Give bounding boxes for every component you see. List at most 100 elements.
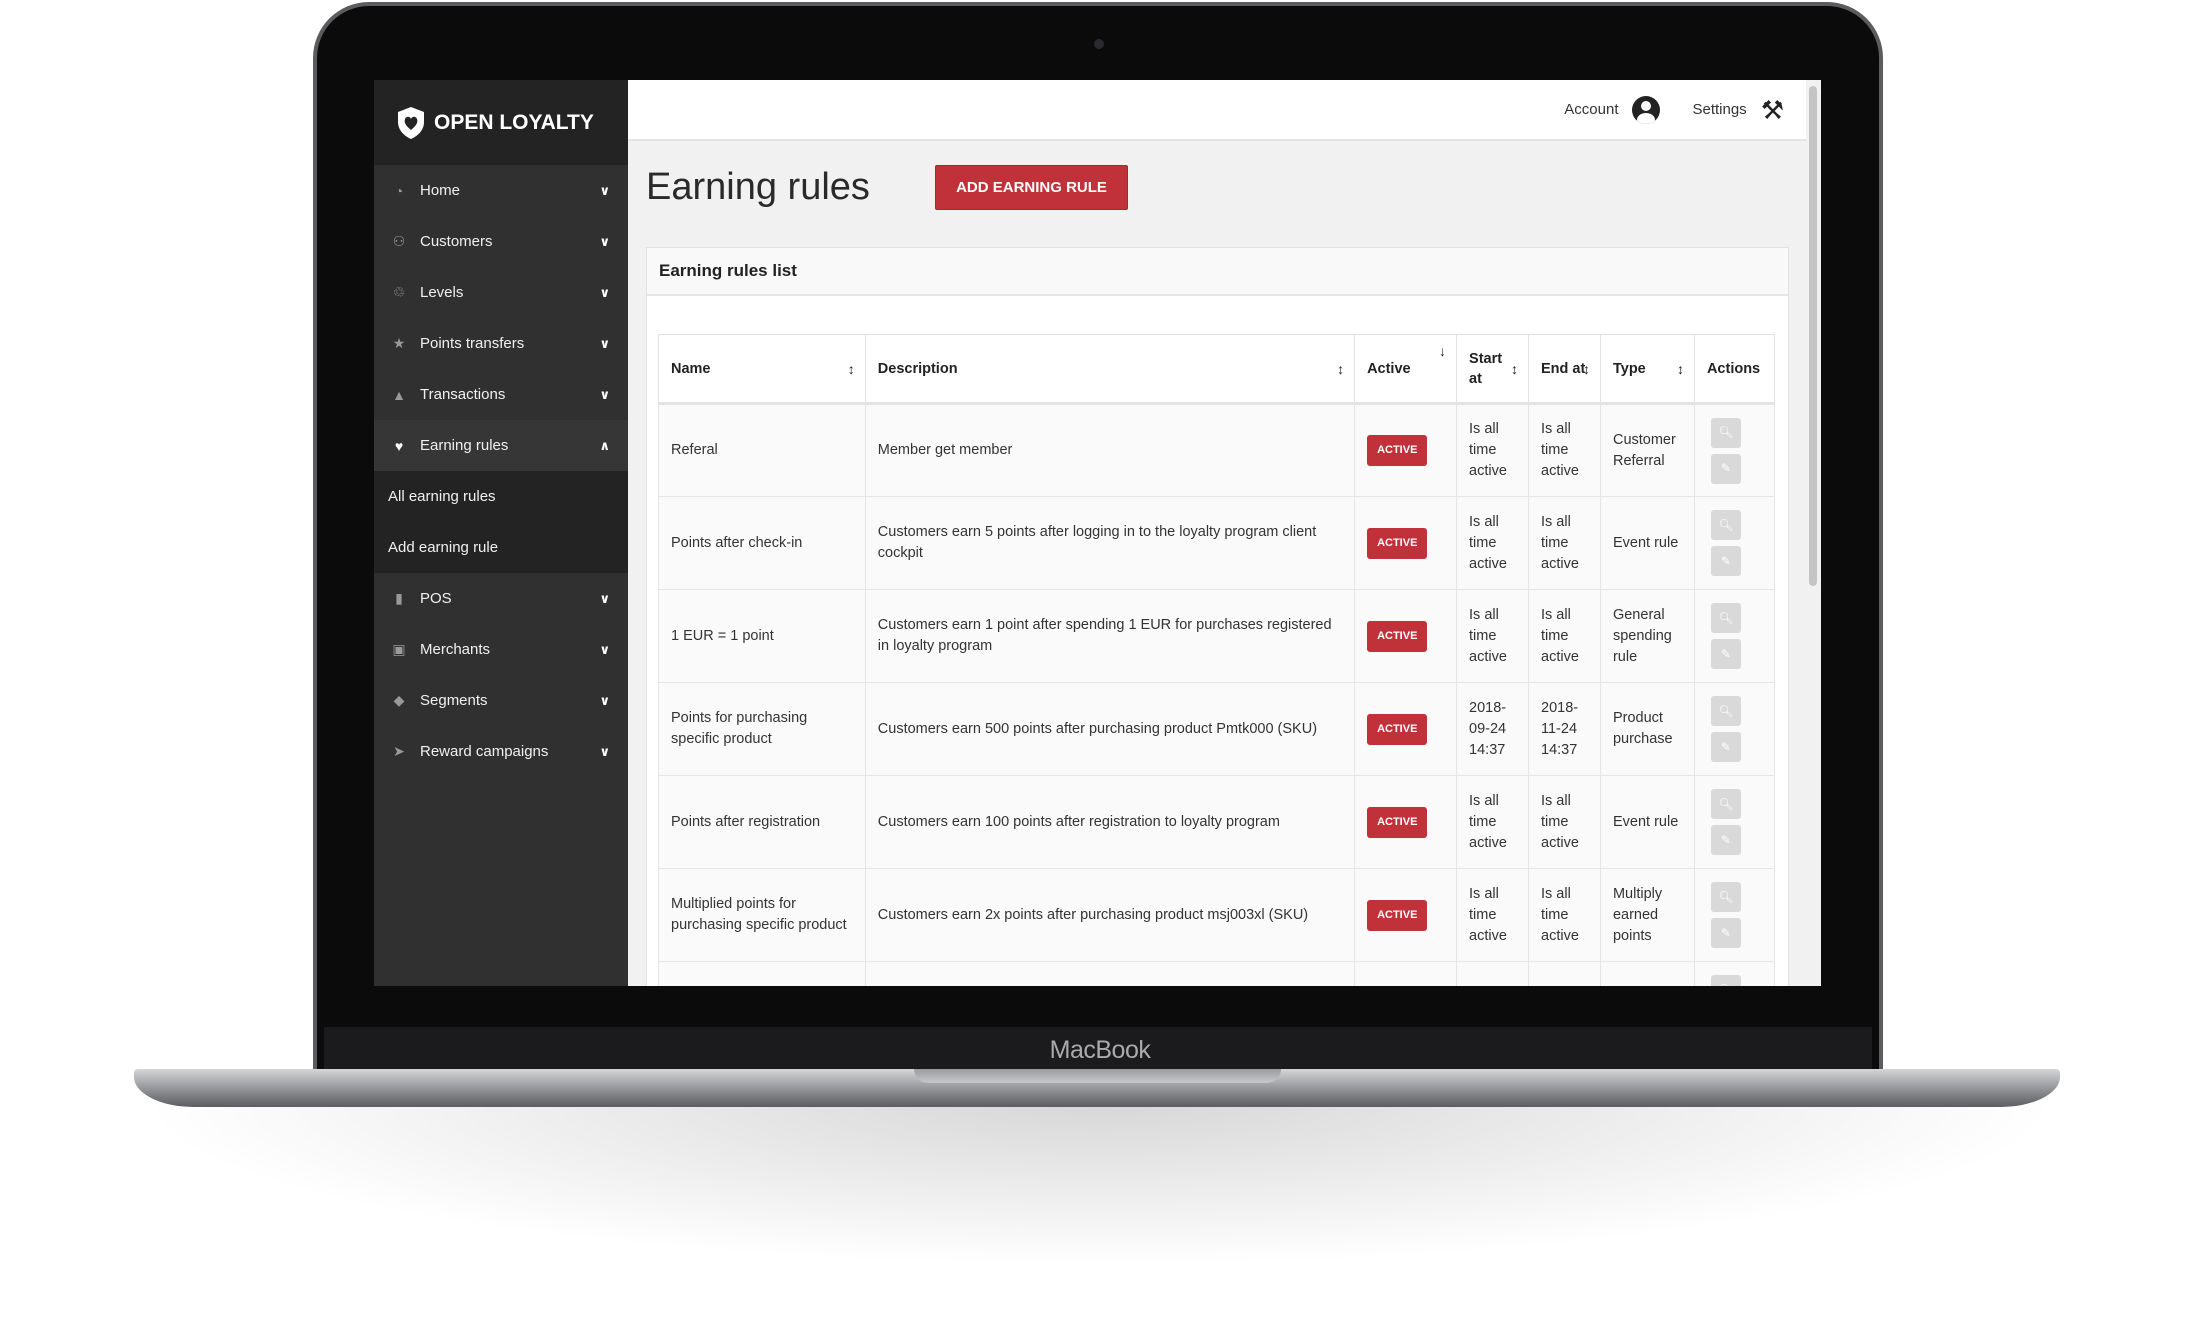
- submenu-item-all-earning-rules[interactable]: All earning rules: [374, 471, 628, 522]
- laptop-shadow: [60, 1080, 2140, 1280]
- trophy-icon: ♲: [392, 284, 406, 300]
- sidebar-item-label: Reward campaigns: [420, 743, 549, 760]
- status-badge: ACTIVE: [1367, 899, 1428, 931]
- table-row: Is all Is all 🔍︎ ✎: [658, 961, 1776, 986]
- active-cell: ACTIVE: [1354, 682, 1458, 776]
- sort-icon[interactable]: ↕: [1511, 359, 1518, 379]
- laptop-notch: [914, 1069, 1281, 1083]
- view-button[interactable]: 🔍︎: [1710, 789, 1741, 819]
- shopping-bag-icon: ▲: [392, 386, 406, 403]
- status-badge: ACTIVE: [1367, 435, 1428, 466]
- pencil-icon: ✎: [1720, 739, 1731, 754]
- main-content: Account Settings ⚒ Earning rules ADD EAR…: [628, 80, 1806, 986]
- column-header-type[interactable]: Type ↕: [1599, 334, 1695, 405]
- chevron-down-icon[interactable]: ∨: [599, 285, 610, 301]
- sidebar-item-merchants[interactable]: ▣ Merchants ∨: [374, 624, 628, 675]
- active-cell: ACTIVE: [1354, 775, 1458, 869]
- scrollbar[interactable]: [1806, 80, 1821, 986]
- chevron-down-icon[interactable]: ∨: [599, 744, 610, 760]
- active-cell: ACTIVE: [1354, 403, 1458, 497]
- heart-icon: ♥: [394, 437, 404, 454]
- account-label: Account: [1564, 101, 1619, 118]
- chevron-down-icon[interactable]: ∨: [599, 591, 610, 607]
- view-button[interactable]: 🔍︎: [1710, 975, 1741, 986]
- rule-type: Customer Referral: [1599, 403, 1695, 497]
- pencil-icon: ✎: [1720, 553, 1731, 568]
- edit-button[interactable]: ✎: [1710, 732, 1741, 762]
- sidebar-item-points-transfers[interactable]: ★ Points transfers ∨: [374, 318, 628, 369]
- scrollbar-thumb[interactable]: [1809, 86, 1817, 586]
- sort-icon[interactable]: ↕: [848, 359, 855, 379]
- view-button[interactable]: 🔍︎: [1710, 696, 1741, 726]
- chevron-down-icon[interactable]: ∨: [599, 693, 610, 709]
- column-label: Name: [671, 360, 711, 377]
- chevron-down-icon[interactable]: ∨: [599, 183, 610, 199]
- chevron-up-icon[interactable]: ∧: [599, 438, 610, 454]
- earning-rules-panel: Earning rules list Name ↕ Description ↕ Acti…: [646, 247, 1789, 986]
- column-label: Type: [1612, 360, 1646, 377]
- sidebar-item-label: Transactions: [420, 386, 506, 403]
- start-at: Is all time active: [1456, 589, 1529, 683]
- sort-icon[interactable]: ↕: [1677, 359, 1684, 379]
- settings-menu[interactable]: Settings ⚒: [1692, 97, 1784, 123]
- edit-button[interactable]: ✎: [1710, 825, 1741, 855]
- sidebar: OPEN LOYALTY ◔ Home ∨ ⚇ Customers ∨ ♲ Le…: [374, 80, 628, 986]
- column-header-name[interactable]: Name ↕: [658, 334, 866, 405]
- view-button[interactable]: 🔍︎: [1710, 417, 1741, 448]
- column-header-description[interactable]: Description ↕: [864, 334, 1356, 405]
- sidebar-item-label: POS: [420, 590, 452, 607]
- column-header-end-at[interactable]: End at ↕: [1528, 334, 1601, 405]
- chevron-down-icon[interactable]: ∨: [599, 234, 610, 250]
- status-badge: ACTIVE: [1367, 527, 1428, 559]
- sidebar-item-earning-rules[interactable]: ♥ Earning rules ∧: [374, 420, 628, 471]
- actions-cell: 🔍︎ ✎: [1693, 496, 1776, 590]
- pencil-icon: ✎: [1720, 925, 1731, 940]
- rule-description: Customers earn 1 point after spending 1 …: [864, 589, 1356, 683]
- view-button[interactable]: 🔍︎: [1710, 510, 1741, 540]
- table-row: Multiplied points for purchasing specifi…: [658, 868, 1776, 962]
- account-menu[interactable]: Account: [1564, 95, 1661, 124]
- sidebar-item-reward-campaigns[interactable]: ➤ Reward campaigns ∨: [374, 726, 628, 777]
- sidebar-item-customers[interactable]: ⚇ Customers ∨: [374, 216, 628, 267]
- sidebar-item-pos[interactable]: ▮ POS ∨: [374, 573, 628, 624]
- rule-name: Points after registration: [658, 775, 866, 869]
- status-badge: ACTIVE: [1367, 713, 1428, 745]
- column-header-start-at[interactable]: Start at ↕: [1456, 334, 1529, 405]
- sidebar-item-home[interactable]: ◔ Home ∨: [374, 165, 628, 216]
- sort-icon[interactable]: ↕: [1337, 359, 1344, 379]
- add-earning-rule-button[interactable]: ADD EARNING RULE: [935, 165, 1128, 210]
- tools-icon: ⚒: [1760, 94, 1784, 125]
- edit-button[interactable]: ✎: [1710, 918, 1741, 948]
- view-button[interactable]: 🔍︎: [1710, 603, 1741, 633]
- rule-type: Multiply earned points: [1599, 868, 1695, 962]
- sidebar-item-label: Customers: [420, 233, 493, 250]
- sidebar-item-segments[interactable]: ◆ Segments ∨: [374, 675, 628, 726]
- rule-description: Customers earn 2x points after purchasin…: [864, 868, 1356, 962]
- end-at: Is all time active: [1528, 403, 1601, 497]
- sidebar-item-levels[interactable]: ♲ Levels ∨: [374, 267, 628, 318]
- dashboard-icon: ◔: [394, 182, 404, 199]
- edit-button[interactable]: ✎: [1710, 639, 1741, 669]
- submenu-item-add-earning-rule[interactable]: Add earning rule: [374, 522, 628, 573]
- chevron-down-icon[interactable]: ∨: [599, 336, 610, 352]
- chevron-down-icon[interactable]: ∨: [599, 387, 610, 403]
- logo[interactable]: OPEN LOYALTY: [374, 80, 628, 165]
- search-icon: 🔍︎: [1718, 796, 1734, 811]
- search-icon: 🔍︎: [1718, 517, 1734, 532]
- pencil-icon: ✎: [1720, 461, 1731, 475]
- sort-desc-icon[interactable]: ↓: [1439, 341, 1446, 361]
- rule-name: Points after check-in: [658, 496, 866, 590]
- column-header-active[interactable]: Active ↓: [1354, 334, 1458, 405]
- view-button[interactable]: 🔍︎: [1710, 882, 1741, 912]
- building-icon: ▮: [395, 590, 403, 606]
- panel-title: Earning rules list: [647, 248, 1788, 296]
- edit-button[interactable]: ✎: [1710, 453, 1741, 484]
- chevron-down-icon[interactable]: ∨: [599, 642, 610, 658]
- sort-icon[interactable]: ↕: [1583, 359, 1590, 379]
- column-label: Active: [1367, 360, 1411, 377]
- start-at: Is all time active: [1456, 868, 1529, 962]
- tags-icon: ◆: [393, 692, 405, 708]
- app-screen: OPEN LOYALTY ◔ Home ∨ ⚇ Customers ∨ ♲ Le…: [374, 80, 1821, 986]
- sidebar-item-transactions[interactable]: ▲ Transactions ∨: [374, 369, 628, 420]
- edit-button[interactable]: ✎: [1710, 546, 1741, 576]
